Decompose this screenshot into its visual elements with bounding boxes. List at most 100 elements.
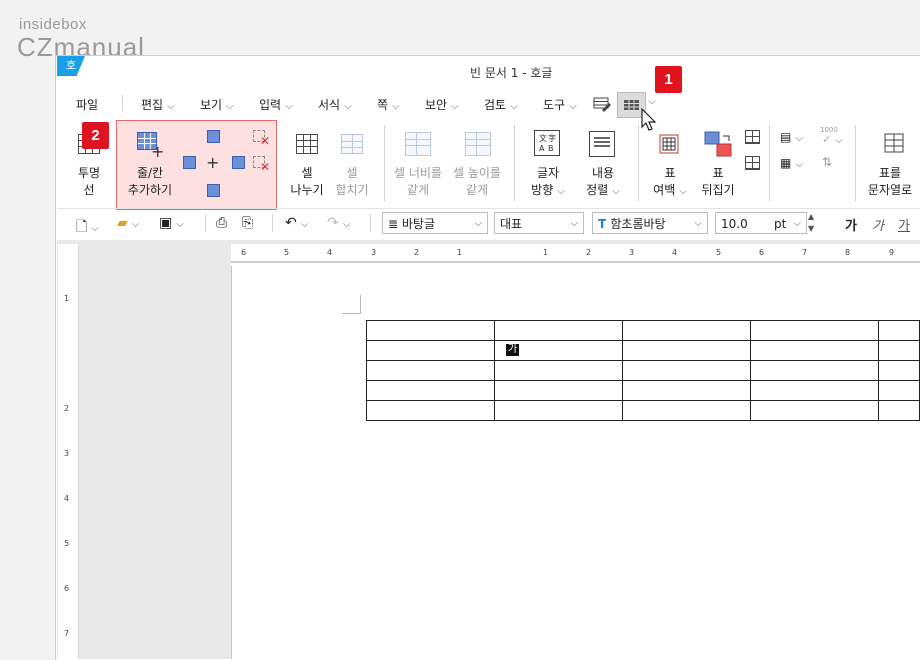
redo-icon[interactable]: ↷ ⌵ <box>327 215 350 231</box>
ruler-tick: 5 <box>716 248 722 257</box>
delete-column-icon[interactable]: ✕ <box>253 130 270 147</box>
merge-cell-icon <box>341 134 363 154</box>
outline-select[interactable]: 대표 ⌵ <box>494 212 584 234</box>
menu-review[interactable]: 검토 ⌵ <box>484 96 518 113</box>
chevron-down-icon: ⌵ <box>167 101 175 112</box>
text-direction-icon: 文字AB <box>534 130 560 156</box>
chevron-down-icon: ⌵ <box>694 218 702 229</box>
chevron-down-icon: ⌵ <box>451 101 459 112</box>
number-check-icon[interactable]: ✓ ⌵ <box>822 133 843 146</box>
ribbon-divider <box>638 125 639 201</box>
add-row-col-icon[interactable]: + <box>137 132 165 160</box>
content-align-button[interactable]: 내용 정렬 ⌵ <box>583 165 623 200</box>
table-row <box>366 320 920 341</box>
table-margin-button[interactable]: 표 여백 ⌵ <box>650 165 690 200</box>
formula-icon[interactable]: ▦ ⌵ <box>780 156 803 170</box>
save-icon[interactable]: ▣ ⌵ <box>159 215 184 231</box>
ruler-tick: 2 <box>64 404 70 413</box>
transparent-line-button[interactable]: 투명 선 <box>74 165 104 199</box>
table-to-text-icon <box>883 132 905 154</box>
transpose-table-icon <box>703 130 733 160</box>
insert-row-above-icon[interactable] <box>207 130 220 143</box>
ribbon-divider <box>384 125 385 201</box>
menu-view[interactable]: 보기 ⌵ <box>200 96 234 113</box>
text-direction-button[interactable]: 글자 방향 ⌵ <box>528 165 568 200</box>
chevron-down-icon: ⌵ <box>569 101 577 112</box>
table-border-icon[interactable] <box>745 156 760 170</box>
toolbar-sep <box>205 214 206 232</box>
menu-edit[interactable]: 편집 ⌵ <box>141 96 175 113</box>
toolbar-sep <box>370 214 371 232</box>
insert-plus-icon[interactable]: + <box>206 155 219 171</box>
ruler-tick: 5 <box>64 539 70 548</box>
print-icon[interactable]: ⎙ <box>216 215 227 231</box>
table-to-text-button[interactable]: 표를 문자열로 <box>860 165 920 199</box>
menu-security[interactable]: 보안 ⌵ <box>425 96 459 113</box>
insert-row-below-icon[interactable] <box>207 184 220 197</box>
menu-format[interactable]: 서식 ⌵ <box>318 96 352 113</box>
menu-tools[interactable]: 도구 ⌵ <box>543 96 577 113</box>
font-size-stepper[interactable]: ▲ ▼ <box>808 211 820 235</box>
calculate-icon[interactable]: ▤ ⌵ <box>780 130 803 144</box>
delete-row-icon[interactable]: ✕ <box>253 156 270 173</box>
step-badge-2: 2 <box>82 122 109 149</box>
document-table[interactable]: 가 <box>366 320 920 421</box>
split-cell-icon <box>296 134 318 154</box>
vertical-ruler[interactable]: 1 2 3 4 5 6 7 <box>58 244 79 659</box>
ruler-tick: 6 <box>64 584 70 593</box>
undo-icon[interactable]: ↶ ⌵ <box>285 215 308 231</box>
style-select[interactable]: ≣ 바탕글 ⌵ <box>382 212 488 234</box>
ruler-tick: 6 <box>241 248 247 257</box>
style-icon: ≣ <box>388 217 402 231</box>
page-margin-mark <box>342 295 361 314</box>
chevron-down-icon: ⌵ <box>285 101 293 112</box>
ruler-tick: 8 <box>845 248 851 257</box>
ruler-tick: 4 <box>672 248 678 257</box>
font-select[interactable]: T 함초롬바탕 ⌵ <box>592 212 708 234</box>
merge-cell-button[interactable]: 셀 합치기 <box>331 165 373 199</box>
ribbon-divider <box>769 125 770 201</box>
underline-button[interactable]: 가 <box>898 215 910 234</box>
mouse-pointer-icon <box>640 107 658 132</box>
insert-column-right-icon[interactable] <box>232 156 245 169</box>
table-margin-icon <box>655 130 683 158</box>
toolbar-sep <box>272 214 273 232</box>
print-preview-icon[interactable]: ⎘ <box>242 215 253 231</box>
chevron-down-icon: ⌵ <box>557 186 565 197</box>
table-style-icon[interactable] <box>745 130 760 144</box>
font-size-input[interactable]: 10.0 pt ⌵ <box>715 212 807 234</box>
sort-icon[interactable]: ⇅ <box>822 155 832 169</box>
ruler-tick: 4 <box>64 494 70 503</box>
equal-width-button[interactable]: 셀 너비를 같게 <box>389 165 447 199</box>
new-document-icon[interactable]: 🗋 ⌵ <box>76 216 99 240</box>
split-cell-button[interactable]: 셀 나누기 <box>286 165 328 199</box>
ruler-tick: 1 <box>64 294 70 303</box>
equal-height-button[interactable]: 셀 높이를 같게 <box>448 165 506 199</box>
open-folder-icon[interactable]: ▰ ⌵ <box>117 215 139 231</box>
ribbon-divider <box>855 125 856 201</box>
menu-page[interactable]: 쪽 ⌵ <box>377 96 400 113</box>
transpose-table-button[interactable]: 표 뒤집기 <box>695 165 741 199</box>
menu-file[interactable]: 파일 <box>76 96 98 113</box>
chevron-down-icon[interactable]: ⌵ <box>648 96 656 107</box>
bold-button[interactable]: 가 <box>845 215 857 234</box>
table-row: 가 <box>366 340 920 361</box>
italic-button[interactable]: 가 <box>872 215 884 234</box>
ruler-tick: 1 <box>543 248 549 257</box>
ruler-tick: 2 <box>414 248 420 257</box>
table-design-tab-icon[interactable] <box>592 95 612 113</box>
insert-column-left-icon[interactable] <box>183 156 196 169</box>
content-align-icon <box>589 131 615 157</box>
font-type-icon: T <box>598 217 611 231</box>
step-badge-1: 1 <box>655 66 682 93</box>
chevron-down-icon: ⌵ <box>679 186 687 197</box>
ruler-tick: 3 <box>629 248 635 257</box>
add-row-col-button[interactable]: 줄/칸 추가하기 <box>122 165 178 199</box>
menu-insert[interactable]: 입력 ⌵ <box>259 96 293 113</box>
chevron-down-icon: ⌵ <box>510 101 518 112</box>
equal-width-icon <box>405 132 431 156</box>
chevron-down-icon: ⌵ <box>793 218 801 229</box>
horizontal-ruler[interactable]: 6 5 4 3 2 1 1 2 3 4 5 6 7 8 9 <box>231 244 920 267</box>
chevron-down-icon: ⌵ <box>570 218 578 229</box>
ruler-tick: 6 <box>759 248 765 257</box>
